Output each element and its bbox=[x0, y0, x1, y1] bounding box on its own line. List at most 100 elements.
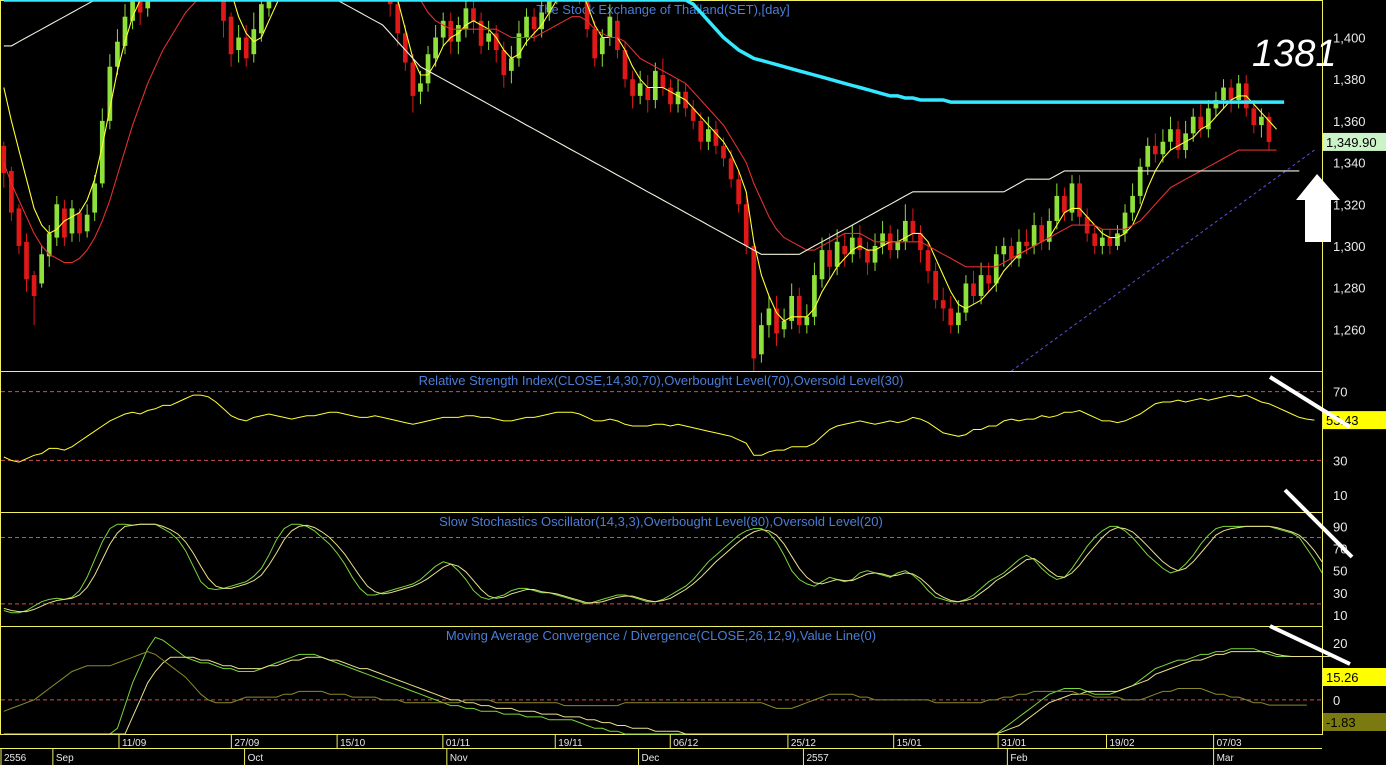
candle-body bbox=[652, 70, 658, 101]
candle-body bbox=[819, 250, 825, 280]
candle-body bbox=[137, 0, 143, 13]
candle-body bbox=[228, 16, 234, 55]
month-label: Mar bbox=[1217, 753, 1235, 764]
candle-body bbox=[668, 87, 673, 105]
candle-body bbox=[781, 320, 787, 330]
panel-title: Moving Average Convergence / Divergence(… bbox=[446, 628, 876, 643]
y-tick-label: 1,280 bbox=[1333, 281, 1366, 296]
candle-body bbox=[804, 316, 810, 326]
candle-body bbox=[660, 75, 666, 88]
candle-body bbox=[433, 37, 438, 59]
candle-body bbox=[592, 29, 598, 59]
candle-body bbox=[221, 0, 226, 21]
y-tick-label: 30 bbox=[1333, 453, 1347, 468]
candle-body bbox=[1077, 183, 1082, 217]
y-tick-label: 20 bbox=[1333, 636, 1347, 651]
candle-body bbox=[77, 212, 82, 234]
candle-body bbox=[236, 37, 241, 51]
candle-body bbox=[31, 275, 37, 296]
candle-body bbox=[1031, 225, 1037, 246]
y-tick-label: 1,260 bbox=[1333, 322, 1366, 337]
macd-signal-label: -1.83 bbox=[1326, 715, 1356, 730]
month-label: Oct bbox=[248, 753, 264, 764]
date-label: 07/03 bbox=[1217, 738, 1242, 749]
candle-body bbox=[259, 4, 264, 34]
candle-body bbox=[471, 8, 476, 21]
candle-body bbox=[940, 300, 946, 309]
candle-body bbox=[706, 129, 711, 142]
candle-body bbox=[1152, 145, 1158, 155]
candle-body bbox=[842, 245, 848, 255]
date-label: 06/12 bbox=[673, 738, 698, 749]
y-tick-label: 10 bbox=[1333, 608, 1347, 623]
candle-body bbox=[16, 208, 22, 246]
candle-body bbox=[1092, 233, 1098, 246]
candle-body bbox=[1122, 212, 1128, 234]
date-label: 19/11 bbox=[558, 738, 583, 749]
candle-body bbox=[107, 66, 113, 121]
candle-body bbox=[501, 50, 507, 76]
y-tick-label: 1,360 bbox=[1333, 114, 1366, 129]
candle-body bbox=[721, 145, 726, 159]
candle-body bbox=[827, 250, 832, 267]
date-label: 15/01 bbox=[897, 738, 922, 749]
candle-body bbox=[1115, 233, 1120, 246]
candle-body bbox=[531, 16, 537, 30]
y-tick-label: 50 bbox=[1333, 564, 1347, 579]
candle-body bbox=[486, 33, 491, 42]
candle-body bbox=[728, 158, 734, 180]
candle-body bbox=[1259, 116, 1264, 126]
candle-body bbox=[675, 91, 681, 105]
macd-value-label: 15.26 bbox=[1326, 670, 1359, 685]
month-label: Feb bbox=[1010, 753, 1028, 764]
candle-body bbox=[1054, 195, 1060, 221]
candle-body bbox=[1099, 237, 1105, 246]
candle-body bbox=[751, 245, 757, 359]
candle-body bbox=[925, 250, 931, 271]
candle-body bbox=[69, 208, 75, 234]
y-tick-label: 0 bbox=[1333, 693, 1340, 708]
candle-body bbox=[615, 20, 620, 51]
candle-body bbox=[440, 20, 446, 38]
candle-body bbox=[509, 58, 514, 71]
candle-body bbox=[1130, 195, 1135, 213]
candle-body bbox=[1145, 145, 1151, 167]
candle-body bbox=[1251, 108, 1257, 126]
candle-body bbox=[1001, 245, 1007, 255]
candle-body bbox=[766, 308, 772, 326]
candle-body bbox=[1024, 241, 1029, 246]
candle-body bbox=[743, 204, 749, 246]
candle-body bbox=[243, 37, 249, 59]
candle-body bbox=[54, 204, 60, 238]
candle-body bbox=[9, 170, 14, 213]
candle-body bbox=[796, 295, 802, 326]
y-tick-label: 70 bbox=[1333, 385, 1347, 400]
candle-body bbox=[1236, 83, 1242, 101]
month-label: Dec bbox=[642, 753, 660, 764]
candle-body bbox=[599, 37, 605, 55]
candle-body bbox=[39, 254, 45, 284]
candle-body bbox=[956, 312, 961, 326]
candle-body bbox=[24, 241, 29, 280]
panel-title: Relative Strength Index(CLOSE,14,30,70),… bbox=[419, 373, 904, 388]
panel-title: The Stock Exchange of Thailand(SET),[day… bbox=[536, 2, 789, 17]
candle-body bbox=[637, 83, 643, 96]
candle-body bbox=[1198, 116, 1204, 130]
candle-body bbox=[84, 214, 90, 232]
candle-body bbox=[630, 79, 635, 96]
year-label: 2557 bbox=[806, 753, 829, 764]
candle-body bbox=[92, 183, 98, 213]
y-tick-label: 1,380 bbox=[1333, 72, 1366, 87]
candle-body bbox=[834, 241, 840, 267]
y-tick-label: 10 bbox=[1333, 488, 1347, 503]
date-label: 31/01 bbox=[1001, 738, 1026, 749]
candle-body bbox=[1228, 87, 1234, 101]
panel-title: Slow Stochastics Oscillator(14,3,3),Over… bbox=[439, 514, 883, 529]
candle-body bbox=[971, 283, 976, 296]
set-index-chart: 1,2601,2801,3001,3201,3401,3601,3801,400… bbox=[0, 0, 1386, 765]
candle-body bbox=[910, 220, 916, 234]
date-label: 01/11 bbox=[446, 738, 471, 749]
candle-body bbox=[872, 245, 878, 263]
date-label: 19/02 bbox=[1110, 738, 1135, 749]
date-label: 27/09 bbox=[234, 738, 259, 749]
